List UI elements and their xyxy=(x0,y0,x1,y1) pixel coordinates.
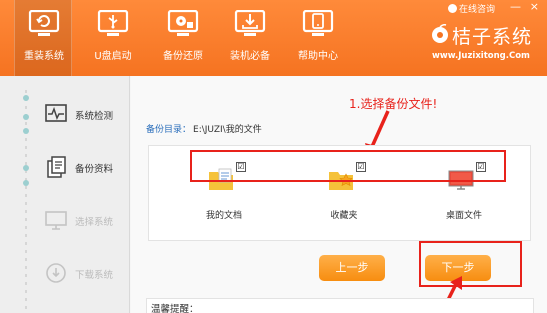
online-help-link[interactable]: 在线咨询 xyxy=(447,2,495,15)
file-label: 收藏夹 xyxy=(330,211,358,221)
close-button[interactable]: × xyxy=(530,0,539,13)
step-backup-data: 备份资料 xyxy=(45,153,130,181)
monitor-icon xyxy=(45,211,67,230)
main-panel: 备份目录： E:\JUZI\我的文件 1.选择备份文件! ☑ 我的文档 ☑ 收藏夹 xyxy=(131,76,547,313)
step-select-system: 选择系统 xyxy=(45,206,130,234)
minimize-button[interactable]: — xyxy=(510,0,521,13)
backup-disk-icon xyxy=(167,10,199,36)
step-label: 系统检测 xyxy=(75,111,114,122)
help-phone-icon xyxy=(302,10,334,36)
step-label: 下载系统 xyxy=(75,270,114,281)
activity-monitor-icon xyxy=(45,104,67,122)
step-connector xyxy=(25,90,27,310)
step-label: 选择系统 xyxy=(75,217,114,228)
step-dot xyxy=(23,180,29,186)
monitor-refresh-icon xyxy=(28,10,60,36)
file-selection-highlight xyxy=(190,150,506,182)
backup-dir-label: 备份目录： xyxy=(146,125,192,135)
previous-step-button[interactable]: 上一步 xyxy=(319,255,385,281)
chat-icon xyxy=(447,4,457,13)
usb-icon xyxy=(97,10,129,36)
tips-box: 温馨提醒： xyxy=(146,298,534,313)
step-download-system: 下载系统 xyxy=(45,259,130,287)
nav-label: 帮助中心 xyxy=(298,51,338,62)
step-system-check: 系统检测 xyxy=(45,100,130,128)
download-tray-icon xyxy=(234,10,266,36)
nav-reinstall-system[interactable]: 重装系统 xyxy=(14,0,72,76)
step-dot xyxy=(23,128,29,134)
nav-help-center[interactable]: 帮助中心 xyxy=(289,0,347,76)
backup-directory[interactable]: 备份目录： E:\JUZI\我的文件 xyxy=(146,122,262,135)
nav-label: 备份还原 xyxy=(163,51,203,62)
brand-logo: 桔子系统 www.Juzixitong.Com xyxy=(430,22,547,72)
nav-backup-restore[interactable]: 备份还原 xyxy=(154,0,212,76)
backup-dir-path: E:\JUZI\我的文件 xyxy=(193,125,262,135)
nav-label: U盘启动 xyxy=(94,51,132,62)
file-label: 桌面文件 xyxy=(445,211,482,221)
sidebar-steps: 系统检测 备份资料 选择系统 下载系统 xyxy=(0,76,130,313)
step-dot xyxy=(23,95,29,101)
brand-name: 桔子系统 xyxy=(452,26,533,48)
tips-title: 温馨提醒： xyxy=(151,304,199,313)
orange-fruit-icon xyxy=(432,24,448,43)
nav-label: 重装系统 xyxy=(24,51,64,62)
nav-label: 装机必备 xyxy=(230,51,270,62)
nav-essentials[interactable]: 装机必备 xyxy=(221,0,279,76)
brand-url: www.Juzixitong.Com xyxy=(432,51,530,61)
top-navigation-bar: 重装系统 U盘启动 备份还原 装机必备 帮助中心 在线咨询 — × 桔子系统 w… xyxy=(0,0,547,76)
file-label: 我的文档 xyxy=(205,211,242,221)
download-icon xyxy=(46,263,66,283)
step-dot xyxy=(23,114,29,120)
step-label: 备份资料 xyxy=(75,164,114,175)
documents-icon xyxy=(47,156,66,178)
nav-usb-boot[interactable]: U盘启动 xyxy=(84,0,142,76)
next-button-highlight xyxy=(419,241,522,287)
step-dot xyxy=(23,165,29,171)
